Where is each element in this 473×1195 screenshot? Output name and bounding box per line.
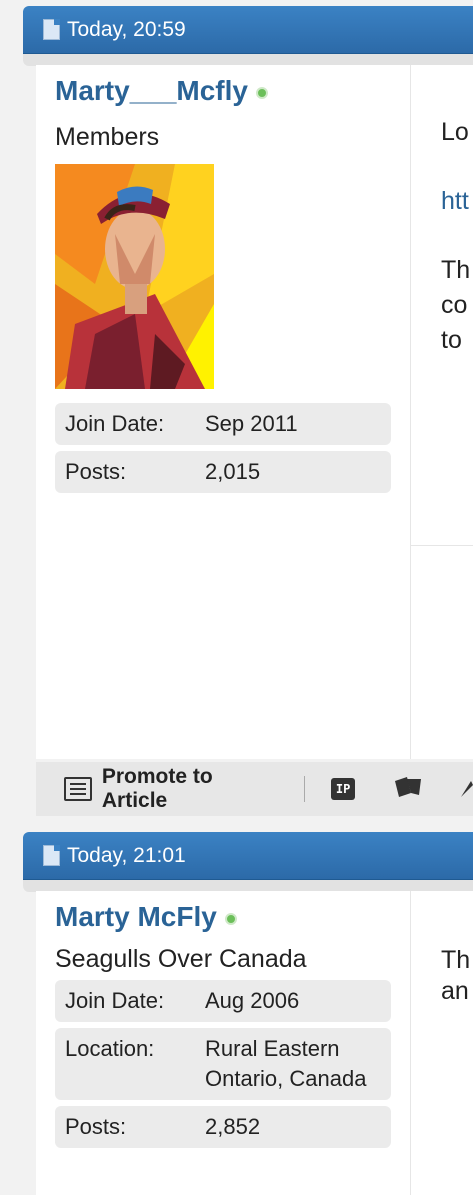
info-posts: Posts: 2,852 — [55, 1106, 391, 1148]
report-icon[interactable] — [459, 775, 473, 804]
info-posts: Posts: 2,015 — [55, 451, 391, 493]
info-location: Location: Rural Eastern Ontario, Canada — [55, 1028, 391, 1100]
info-join-date: Join Date: Aug 2006 — [55, 980, 391, 1022]
post-header: Today, 21:01 — [23, 832, 473, 880]
promote-article-icon[interactable] — [64, 777, 92, 801]
toolbar-separator — [304, 776, 306, 802]
post-content: Lo htt Th co to — [411, 65, 473, 759]
online-status-icon — [224, 913, 237, 925]
document-icon — [43, 19, 60, 40]
document-icon — [43, 845, 60, 866]
avatar[interactable] — [55, 164, 214, 389]
info-join-date: Join Date: Sep 2011 — [55, 403, 391, 445]
online-status-icon — [255, 87, 268, 99]
post-header: Today, 20:59 — [23, 6, 473, 54]
promote-to-article-button[interactable]: Promote to Article — [102, 765, 282, 813]
post-body: Marty McFly Seagulls Over Canada Join Da… — [36, 891, 473, 1195]
post-toolbar: Promote to Article IP — [36, 762, 473, 816]
post-body: Marty___Mcfly Members Join Date: Sep 201… — [36, 65, 473, 759]
infraction-cards-icon[interactable] — [393, 775, 425, 804]
post-date: Today, 20:59 — [67, 17, 186, 41]
userinfo: Marty___Mcfly Members Join Date: Sep 201… — [36, 65, 411, 759]
usertitle: Seagulls Over Canada — [55, 945, 307, 973]
post-content: Th an — [441, 946, 471, 1005]
post-1: Today, 20:59 Marty___Mcfly Members Join … — [23, 6, 473, 759]
content-divider — [411, 545, 473, 546]
username-link[interactable]: Marty___Mcfly — [55, 75, 248, 107]
usertitle: Members — [55, 123, 160, 151]
post-2: Today, 21:01 Marty McFly Seagulls Over C… — [23, 832, 473, 1195]
ip-icon[interactable]: IP — [331, 778, 356, 800]
post-date: Today, 21:01 — [67, 843, 186, 867]
username-link[interactable]: Marty McFly — [55, 901, 217, 933]
content-link[interactable]: htt — [441, 187, 473, 216]
userinfo: Marty McFly Seagulls Over Canada Join Da… — [36, 891, 411, 1195]
